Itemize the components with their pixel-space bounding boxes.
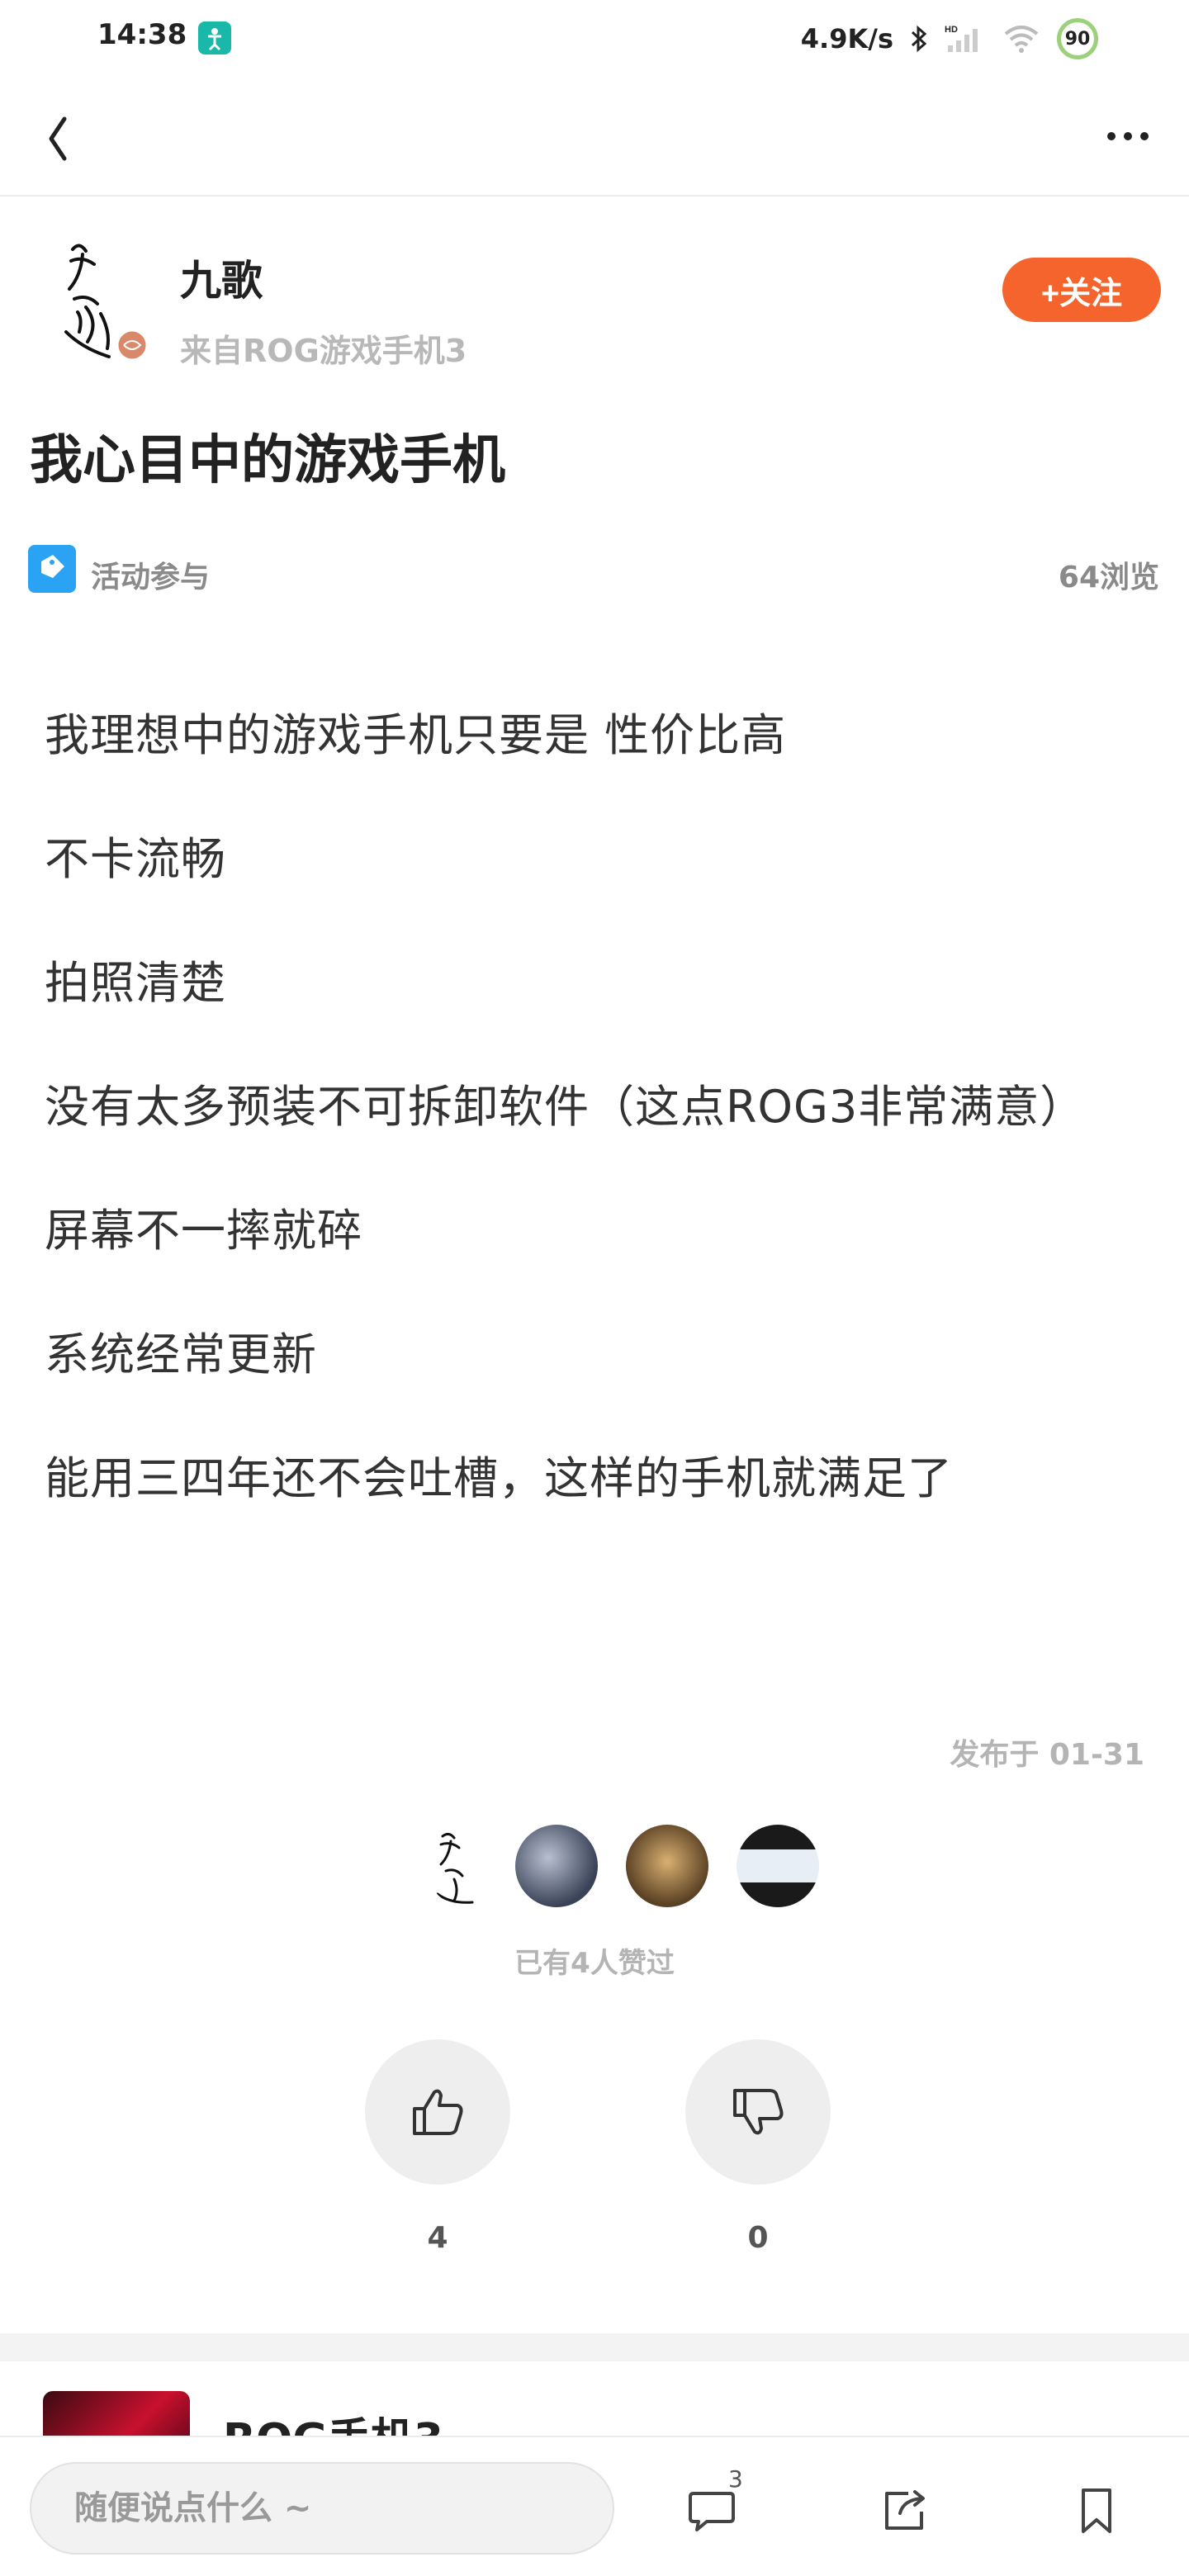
tag-label[interactable]: 活动参与 [91, 553, 210, 596]
network-speed: 4.9K/s [800, 23, 893, 54]
status-bar: 14:38 4.9K/s HD 90 [0, 0, 1189, 79]
post-paragraph: 屏幕不一摔就碎 [45, 1205, 362, 1257]
author-source[interactable]: 来自ROG游戏手机3 [180, 325, 467, 371]
view-count: 64浏览 [1058, 561, 1159, 594]
like-button[interactable] [365, 2039, 510, 2185]
post-body: 我理想中的游戏手机只要是 性价比高 不卡流畅 拍照清楚 没有太多预装不可拆卸软件… [45, 700, 1168, 1567]
post-paragraph: 拍照清楚 [45, 957, 226, 1009]
cellular-signal-icon: HD [945, 25, 978, 52]
wifi-icon [1004, 26, 1039, 53]
like-count: 4 [427, 2221, 448, 2255]
status-indicators: 4.9K/s HD 90 [801, 18, 1098, 59]
fitness-app-icon [198, 21, 231, 54]
back-icon[interactable] [36, 106, 102, 172]
comment-input[interactable]: 随便说点什么 ~ [30, 2462, 614, 2555]
liker-avatar[interactable] [737, 1825, 819, 1907]
author-name[interactable]: 九歌 [180, 248, 263, 307]
likes-summary: 已有4人赞过 [514, 1947, 675, 1980]
bookmark-icon[interactable] [1067, 2480, 1126, 2540]
liker-avatar[interactable] [426, 1825, 509, 1907]
publish-date: 发布于 01-31 [950, 1738, 1144, 1772]
svg-text:HD: HD [945, 25, 958, 35]
bluetooth-icon [911, 25, 927, 53]
liker-avatar[interactable] [626, 1825, 708, 1907]
nav-bar [0, 79, 1189, 197]
dislike-count: 0 [747, 2221, 769, 2255]
more-options-icon[interactable] [1095, 116, 1161, 157]
comment-count: 3 [728, 2465, 743, 2493]
liker-avatars [0, 1825, 1189, 1909]
post-paragraph: 没有太多预装不可拆卸软件（这点ROG3非常满意） [45, 1081, 1086, 1133]
post-paragraph: 系统经常更新 [45, 1328, 317, 1380]
section-divider [0, 2333, 1189, 2361]
author-avatar[interactable] [50, 233, 154, 368]
tag-icon[interactable] [28, 545, 76, 593]
post-paragraph: 我理想中的游戏手机只要是 性价比高 [45, 709, 787, 761]
bottom-bar: 随便说点什么 ~ 3 [0, 2436, 1189, 2576]
battery-indicator: 90 [1057, 18, 1098, 59]
thumbs-up-icon [413, 2089, 463, 2135]
post-paragraph: 能用三四年还不会吐槽，这样的手机就满足了 [45, 1452, 953, 1504]
follow-button[interactable]: +关注 [1002, 258, 1161, 322]
status-time: 14:38 [97, 18, 187, 51]
share-icon[interactable] [875, 2480, 935, 2540]
dislike-button[interactable] [685, 2039, 831, 2185]
thumbs-down-icon [733, 2089, 784, 2135]
post-title: 我心目中的游戏手机 [30, 430, 505, 491]
liker-avatar[interactable] [515, 1825, 598, 1907]
post-paragraph: 不卡流畅 [45, 833, 226, 885]
